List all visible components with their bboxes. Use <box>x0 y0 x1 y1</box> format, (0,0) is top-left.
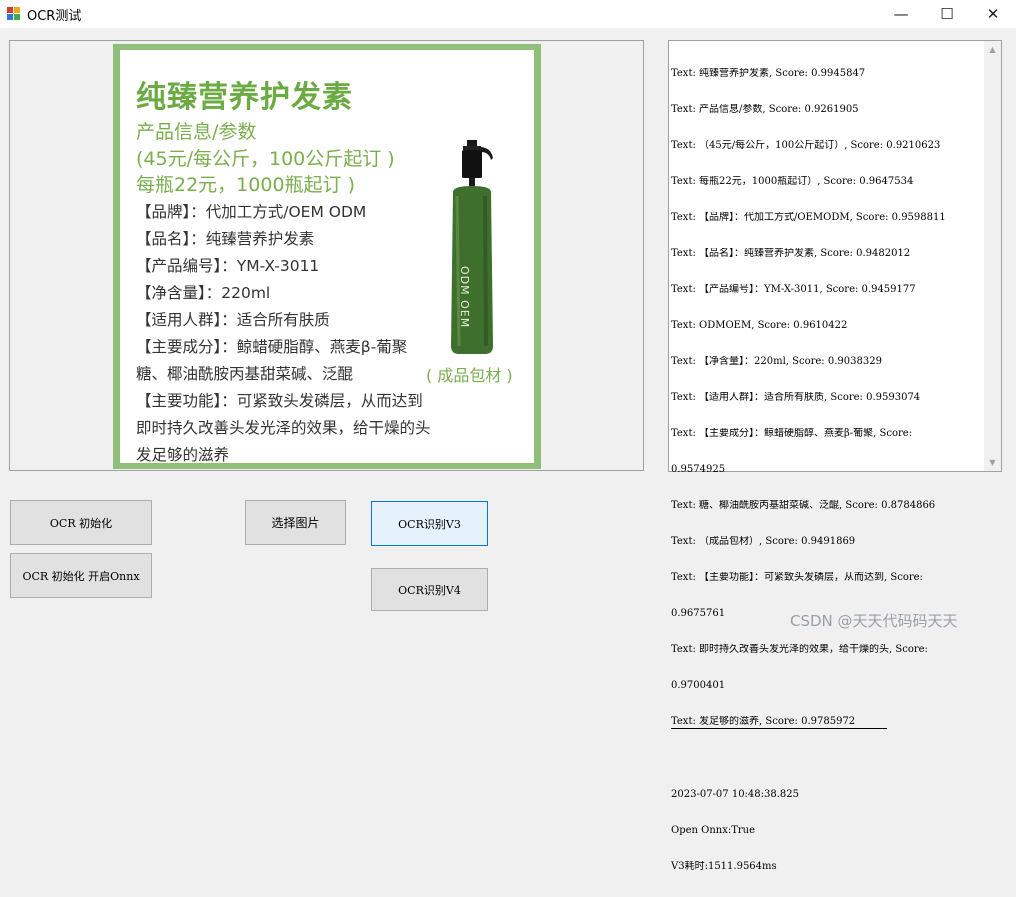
product-line: 即时持久改善头发光泽的效果，给干燥的头 <box>136 419 431 437</box>
picture-box: 纯臻营养护发素 产品信息/参数 (45元/每公斤，100公斤起订 ) 每瓶22元… <box>9 40 644 471</box>
result-line: Text: （45元/每公斤，100公斤起订）, Score: 0.921062… <box>671 140 941 151</box>
result-line: Text: 【主要成分】：鲸蜡硬脂醇、燕麦β-葡聚, Score: <box>671 428 913 439</box>
ocr-recognize-v3-button[interactable]: OCR识别V3 <box>371 501 488 546</box>
bottle-label: ODM OEM <box>458 266 471 329</box>
result-line: Text: 【净含量】：220ml, Score: 0.9038329 <box>671 356 882 367</box>
product-price-bottle: 每瓶22元，1000瓶起订 ) <box>136 174 355 196</box>
ocr-recognize-v4-button[interactable]: OCR识别V4 <box>371 568 488 611</box>
result-line: Text: 【适用人群】：适合所有肤质, Score: 0.9593074 <box>671 392 921 403</box>
result-line: Text: 糖、椰油酰胺丙基甜菜碱、泛醌, Score: 0.8784866 <box>671 500 936 511</box>
ocr-result-textbox[interactable]: Text: 纯臻营养护发素, Score: 0.9945847 Text: 产品… <box>668 40 1002 872</box>
ocr-init-button[interactable]: OCR 初始化 <box>10 500 152 545</box>
product-line: 糖、椰油酰胺丙基甜菜碱、泛醌 <box>136 365 354 383</box>
result-line: 0.9574925 <box>671 464 726 475</box>
result-line: Text: 【产品编号】：YM-X-3011, Score: 0.9459177 <box>671 284 916 295</box>
product-line: 【净含量】：220ml <box>136 284 271 302</box>
bottle-image <box>451 140 493 354</box>
result-line: Text: 即时持久改善头发光泽的效果，给干燥的头, Score: <box>671 644 928 655</box>
result-line: Text: 纯臻营养护发素, Score: 0.9945847 <box>671 68 866 79</box>
result-line: Text: 发足够的滋养, Score: 0.9785972 <box>671 716 887 729</box>
result-line: Text: 【主要功能】：可紧致头发磷层，从而达到, Score: <box>671 572 923 583</box>
result-line: 0.9700401 <box>671 680 726 691</box>
window-client-area: 纯臻营养护发素 产品信息/参数 (45元/每公斤，100公斤起订 ) 每瓶22元… <box>0 0 1016 872</box>
ocr-result-content: Text: 纯臻营养护发素, Score: 0.9945847 Text: 产品… <box>671 44 983 897</box>
scroll-up-icon[interactable]: ▲ <box>984 41 1001 58</box>
select-image-button[interactable]: 选择图片 <box>245 500 346 545</box>
ocr-init-onnx-button[interactable]: OCR 初始化 开启Onnx <box>10 553 152 598</box>
product-price-kg: (45元/每公斤，100公斤起订 ) <box>136 148 395 170</box>
product-subtitle: 产品信息/参数 <box>136 121 257 143</box>
csdn-watermark: CSDN @天天代码码天天 <box>790 612 958 630</box>
product-line: 发足够的滋养 <box>136 446 230 464</box>
result-line: Text: （成品包材）, Score: 0.9491869 <box>671 536 856 547</box>
onnx-status: Open Onnx:True <box>671 825 756 836</box>
result-line: Text: 产品信息/参数, Score: 0.9261905 <box>671 104 859 115</box>
result-line: Text: 每瓶22元，1000瓶起订）, Score: 0.9647534 <box>671 176 914 187</box>
product-line: 【主要功能】：可紧致头发磷层，从而达到 <box>136 392 423 410</box>
v3-elapsed-time: V3耗时:1511.9564ms <box>671 861 777 872</box>
product-line: 【品牌】：代加工方式/OEM ODM <box>136 203 367 221</box>
product-image: 纯臻营养护发素 产品信息/参数 (45元/每公斤，100公斤起订 ) 每瓶22元… <box>113 44 541 469</box>
product-title: 纯臻营养护发素 <box>136 80 353 115</box>
scroll-down-icon[interactable]: ▼ <box>984 454 1001 471</box>
product-line: 【产品编号】：YM-X-3011 <box>136 257 320 275</box>
vertical-scrollbar[interactable]: ▲ ▼ <box>984 41 1001 471</box>
result-line: Text: 【品牌】：代加工方式/OEMODM, Score: 0.959881… <box>671 212 946 223</box>
result-timestamp: 2023-07-07 10:48:38.825 <box>671 789 800 800</box>
product-line: 【主要成分】：鲸蜡硬脂醇、燕麦β-葡聚 <box>136 338 408 356</box>
product-line: 【品名】：纯臻营养护发素 <box>136 230 315 248</box>
result-line: Text: ODMOEM, Score: 0.9610422 <box>671 320 848 331</box>
pack-label: ( 成品包材 ) <box>426 366 513 385</box>
product-line: 【适用人群】：适合所有肤质 <box>136 311 330 329</box>
product-image-card: 纯臻营养护发素 产品信息/参数 (45元/每公斤，100公斤起订 ) 每瓶22元… <box>120 50 534 464</box>
result-line: Text: 【品名】：纯臻营养护发素, Score: 0.9482012 <box>671 248 911 259</box>
